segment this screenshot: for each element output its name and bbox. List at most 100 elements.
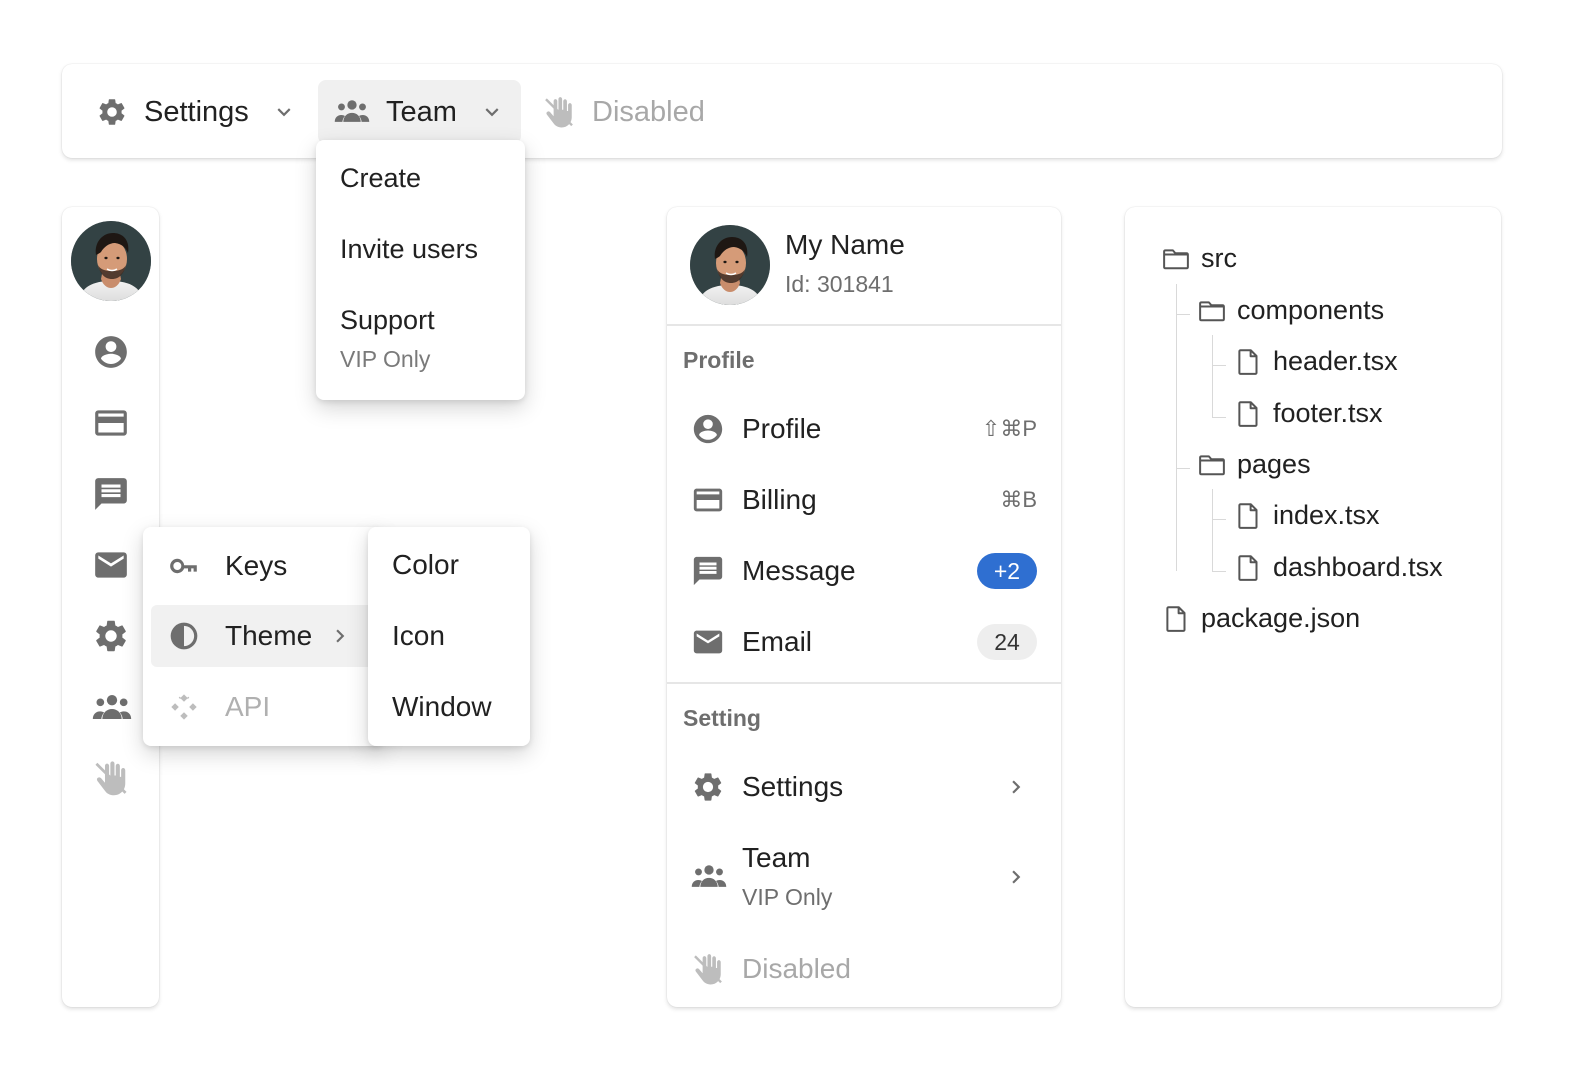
tree-node-label: dashboard.tsx	[1273, 552, 1443, 582]
folder-icon	[1197, 296, 1227, 326]
theme-submenu-color[interactable]: Color	[392, 549, 459, 581]
api-icon	[167, 691, 201, 723]
keys-menu-item-theme[interactable]: Theme	[151, 605, 383, 667]
section-title-setting: Setting	[683, 705, 761, 731]
tree-node-label: pages	[1237, 449, 1311, 479]
contrast-icon	[167, 620, 201, 652]
team-icon	[691, 859, 727, 895]
tree-node-label: header.tsx	[1273, 346, 1398, 376]
mail-icon	[691, 625, 725, 659]
tree-node-label: src	[1201, 243, 1237, 273]
menubar: Settings Team Disabled	[62, 64, 1502, 158]
disabled-hand-icon	[691, 952, 725, 986]
list-item-label: Billing	[742, 484, 817, 515]
team-menu-support-sublabel: VIP Only	[340, 346, 431, 372]
team-menu-create[interactable]: Create	[340, 163, 421, 194]
list-item-settings[interactable]: Settings	[667, 756, 1061, 818]
file-icon	[1233, 399, 1263, 429]
file-icon	[1233, 501, 1263, 531]
menubar-disabled-label: Disabled	[592, 95, 705, 128]
list-item-team[interactable]: Team VIP Only	[667, 834, 1061, 920]
list-item-profile[interactable]: Profile ⇧⌘P	[667, 398, 1061, 460]
folder-icon	[1197, 450, 1227, 480]
tree-node-label: index.tsx	[1273, 500, 1380, 530]
mail-icon[interactable]	[92, 546, 130, 584]
avatar[interactable]	[71, 221, 151, 301]
tree-guide	[1176, 284, 1177, 571]
disabled-hand-icon	[92, 759, 130, 797]
tree-guide	[1212, 571, 1226, 572]
file-icon	[1161, 604, 1191, 634]
tree-guide	[1212, 417, 1226, 418]
tree-guide	[1212, 519, 1226, 520]
menubar-team-button[interactable]: Team	[318, 80, 521, 144]
list-item-label: Message	[742, 555, 856, 586]
shortcut-hint: ⇧⌘P	[981, 416, 1037, 441]
tree-node-label: footer.tsx	[1273, 398, 1383, 428]
list-item-billing[interactable]: Billing ⌘B	[667, 469, 1061, 531]
team-menu-support[interactable]: Support	[340, 305, 435, 336]
team-menu-invite-users[interactable]: Invite users	[340, 234, 478, 265]
gear-icon	[96, 96, 128, 128]
tree-guide	[1176, 468, 1190, 469]
tree-node-src[interactable]: src	[1161, 243, 1237, 274]
list-item-label: Email	[742, 626, 813, 657]
tree-node-label: package.json	[1201, 603, 1361, 633]
chevron-right-icon	[1003, 864, 1029, 890]
folder-icon	[1161, 244, 1191, 274]
divider	[667, 682, 1061, 684]
file-icon	[1233, 347, 1263, 377]
list-item-label: Settings	[742, 771, 844, 802]
section-title-profile: Profile	[683, 347, 755, 373]
user-menu-card: My Name Id: 301841 Profile Profile ⇧⌘P B…	[667, 207, 1061, 1007]
tree-node-footer[interactable]: footer.tsx	[1233, 398, 1383, 429]
chevron-down-icon	[271, 99, 297, 125]
file-icon	[1233, 553, 1263, 583]
keys-menu-label: Theme	[225, 620, 313, 651]
tree-node-index[interactable]: index.tsx	[1233, 500, 1380, 531]
menubar-disabled-button: Disabled	[526, 80, 721, 144]
theme-submenu-icon[interactable]: Icon	[392, 620, 445, 652]
theme-submenu-window[interactable]: Window	[392, 691, 492, 723]
keys-menu-label: API	[225, 691, 271, 722]
tree-node-components[interactable]: components	[1197, 295, 1384, 326]
tree-node-pages[interactable]: pages	[1197, 449, 1311, 480]
keys-menu: Keys Theme API	[143, 527, 383, 746]
team-dropdown-menu: Create Invite users Support VIP Only	[316, 140, 525, 400]
tree-node-package-json[interactable]: package.json	[1161, 603, 1360, 634]
list-item-email[interactable]: Email 24	[667, 611, 1061, 673]
gear-icon	[691, 770, 725, 804]
divider	[667, 324, 1061, 326]
gear-icon[interactable]	[92, 617, 130, 655]
message-icon[interactable]	[92, 475, 130, 513]
team-icon	[334, 94, 370, 130]
menubar-settings-label: Settings	[144, 95, 249, 128]
user-name: My Name	[785, 229, 905, 260]
message-count-badge: +2	[977, 553, 1037, 589]
menubar-team-label: Team	[386, 95, 457, 128]
file-tree-card: src components header.tsx footer.tsx pag…	[1125, 207, 1501, 1007]
credit-card-icon	[691, 483, 725, 517]
tree-node-header[interactable]: header.tsx	[1233, 346, 1398, 377]
shortcut-hint: ⌘B	[1000, 487, 1037, 512]
tree-guide	[1212, 335, 1213, 417]
list-item-message[interactable]: Message +2	[667, 540, 1061, 602]
message-icon	[691, 554, 725, 588]
credit-card-icon[interactable]	[92, 404, 130, 442]
list-item-sublabel: VIP Only	[742, 884, 833, 910]
list-item-label: Profile	[742, 413, 822, 444]
list-item-label: Disabled	[742, 953, 851, 984]
menubar-settings-button[interactable]: Settings	[80, 80, 313, 144]
chevron-right-icon	[327, 623, 353, 649]
tree-guide	[1176, 314, 1190, 315]
keys-menu-label: Keys	[225, 550, 288, 581]
keys-menu-item-keys[interactable]: Keys	[151, 535, 383, 597]
disabled-hand-icon	[542, 95, 576, 129]
avatar[interactable]	[690, 225, 770, 305]
tree-node-dashboard[interactable]: dashboard.tsx	[1233, 552, 1443, 583]
team-icon[interactable]	[92, 688, 132, 728]
tree-node-label: components	[1237, 295, 1385, 325]
account-circle-icon[interactable]	[92, 333, 130, 371]
tree-guide	[1212, 489, 1213, 571]
email-count-badge: 24	[977, 624, 1037, 660]
